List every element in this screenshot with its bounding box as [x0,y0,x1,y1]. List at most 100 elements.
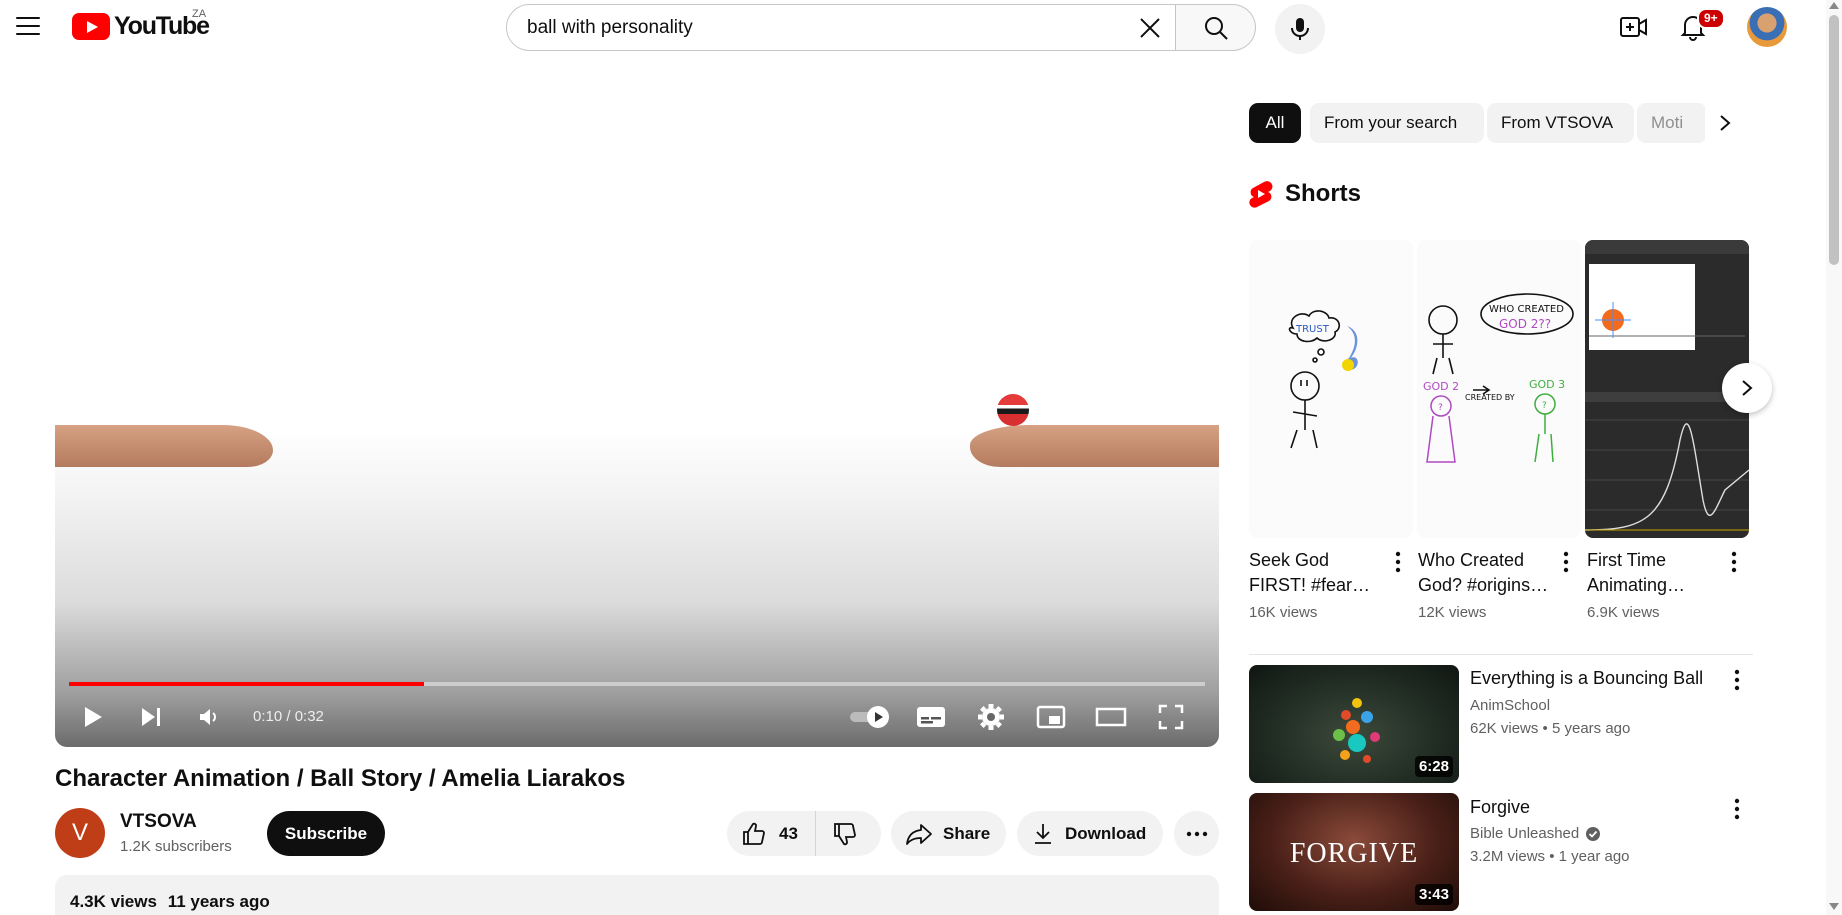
channel-avatar[interactable]: V [55,808,105,858]
channel-name: AnimSchool [1470,697,1551,714]
share-button[interactable]: Share [891,811,1006,856]
sketch-question-mark: ? [1542,401,1547,411]
thumbs-down-icon [834,822,856,845]
chevron-right-icon [1720,115,1731,131]
notification-count-badge: 9+ [1697,8,1725,29]
volume-icon [200,709,216,725]
shorts-shelf-header: Shorts [1249,180,1361,208]
download-button[interactable]: Download [1017,811,1163,856]
search-query[interactable]: ball with personality [527,17,693,39]
progress-bar[interactable] [69,682,1205,686]
short-thumbnail[interactable]: WHO CREATED GOD 2?? CREATED BY GOD 2 GOD… [1417,240,1581,538]
shelf-divider [1249,654,1753,655]
download-label: Download [1065,823,1147,843]
related-video-channel[interactable]: Bible Unleashed [1470,825,1601,842]
voice-search-button[interactable] [1275,4,1325,54]
short-more-options-icon[interactable] [1554,550,1578,574]
menu-icon[interactable] [12,10,44,42]
related-video-meta: 3.2M views • 1 year ago [1470,848,1630,865]
chip-motion[interactable]: Moti [1637,103,1707,143]
next-icon [142,708,160,726]
view-count: 3.2M views [1470,848,1546,865]
shorts-next-button[interactable] [1722,363,1772,413]
shorts-title: Shorts [1285,180,1362,207]
view-count: 4.3K views [70,892,157,911]
autoplay-toggle[interactable] [847,697,893,737]
scrollbar-thumb[interactable] [1829,15,1839,265]
chip-from-your-search[interactable]: From your search [1310,103,1484,143]
video-player[interactable]: 0:10 / 0:32 [55,85,1219,747]
channel-name[interactable]: VTSOVA [120,811,197,833]
short-title[interactable]: Who Created God? #origins… [1418,548,1558,598]
youtube-play-icon [72,13,110,40]
short-thumbnail[interactable]: TRUST [1249,240,1413,538]
animated-ball [997,394,1029,426]
subtitles-button[interactable] [911,697,951,737]
next-button[interactable] [131,697,171,737]
page-scrollbar[interactable] [1826,0,1842,915]
more-actions-button[interactable] [1174,811,1219,856]
clear-search-icon[interactable] [1135,13,1165,43]
theater-mode-button[interactable] [1091,697,1131,737]
sketch-trust-text: TRUST [1295,324,1330,335]
youtube-logo[interactable]: YouTube [72,12,210,41]
short-more-options-icon[interactable] [1386,550,1410,574]
chip-all[interactable]: All [1249,103,1301,143]
like-button[interactable]: 43 [727,811,815,856]
subscribe-button[interactable]: Subscribe [267,811,385,856]
video-frame [55,85,1219,747]
related-video-title[interactable]: Everything is a Bouncing Ball [1470,668,1703,689]
create-video-icon [1620,17,1647,37]
subscriber-count: 1.2K subscribers [120,838,232,855]
channel-name: Bible Unleashed [1470,825,1580,842]
chip-from-vtsova[interactable]: From VTSOVA [1487,103,1634,143]
upload-age: 11 years ago [167,892,270,911]
fullscreen-button[interactable] [1151,697,1191,737]
create-button[interactable] [1617,10,1651,44]
related-video-meta: 62K views • 5 years ago [1470,720,1631,737]
related-video-thumbnail[interactable]: 6:28 [1249,665,1459,783]
sketch-god2-question-text: GOD 2?? [1499,317,1551,331]
short-title[interactable]: Seek God FIRST! #fear… [1249,548,1389,598]
autoplay-icon [850,706,889,728]
sketch-created-by-text: CREATED BY [1465,393,1515,402]
verified-badge-icon [1586,826,1601,841]
sketch-who-created-text: WHO CREATED [1489,304,1564,315]
miniplayer-button[interactable] [1031,697,1071,737]
shorts-icon [1249,181,1273,208]
search-button[interactable] [1176,4,1256,51]
fullscreen-icon [1158,704,1184,730]
scroll-down-arrow[interactable] [1829,903,1839,910]
related-video-title[interactable]: Forgive [1470,797,1530,818]
thumbs-up-icon [743,822,765,845]
subtitles-icon [917,707,945,727]
share-label: Share [943,823,991,843]
right-hand-platform [970,425,1219,467]
upload-age: 5 years ago [1551,720,1631,737]
account-avatar[interactable] [1747,7,1787,47]
related-more-options-icon[interactable] [1725,797,1749,821]
settings-button[interactable] [971,697,1011,737]
related-video-channel[interactable]: AnimSchool [1470,697,1550,714]
more-horizontal-icon [1186,831,1207,836]
scroll-up-arrow[interactable] [1829,2,1839,9]
related-video-thumbnail[interactable]: FORGIVE 3:43 [1249,793,1459,911]
thumbnail-overlay-text: FORGIVE [1289,838,1419,869]
description-box[interactable]: 4.3K views 11 years ago [55,875,1219,915]
search-icon [1204,16,1228,40]
play-icon [85,707,102,727]
sketch-god3-label: GOD 3 [1529,378,1565,391]
related-more-options-icon[interactable] [1725,668,1749,692]
dislike-button[interactable] [815,811,881,856]
play-button[interactable] [73,697,113,737]
like-count: 43 [779,823,798,843]
video-title: Character Animation / Ball Story / Ameli… [55,765,626,792]
short-title[interactable]: First Time Animating… [1587,548,1727,598]
gear-icon [978,704,1004,730]
chips-next-button[interactable] [1705,103,1745,143]
short-more-options-icon[interactable] [1722,550,1746,574]
time-display: 0:10 / 0:32 [253,708,324,725]
video-duration: 3:43 [1414,884,1453,905]
search-input[interactable]: ball with personality [506,4,1176,51]
mute-button[interactable] [189,697,229,737]
